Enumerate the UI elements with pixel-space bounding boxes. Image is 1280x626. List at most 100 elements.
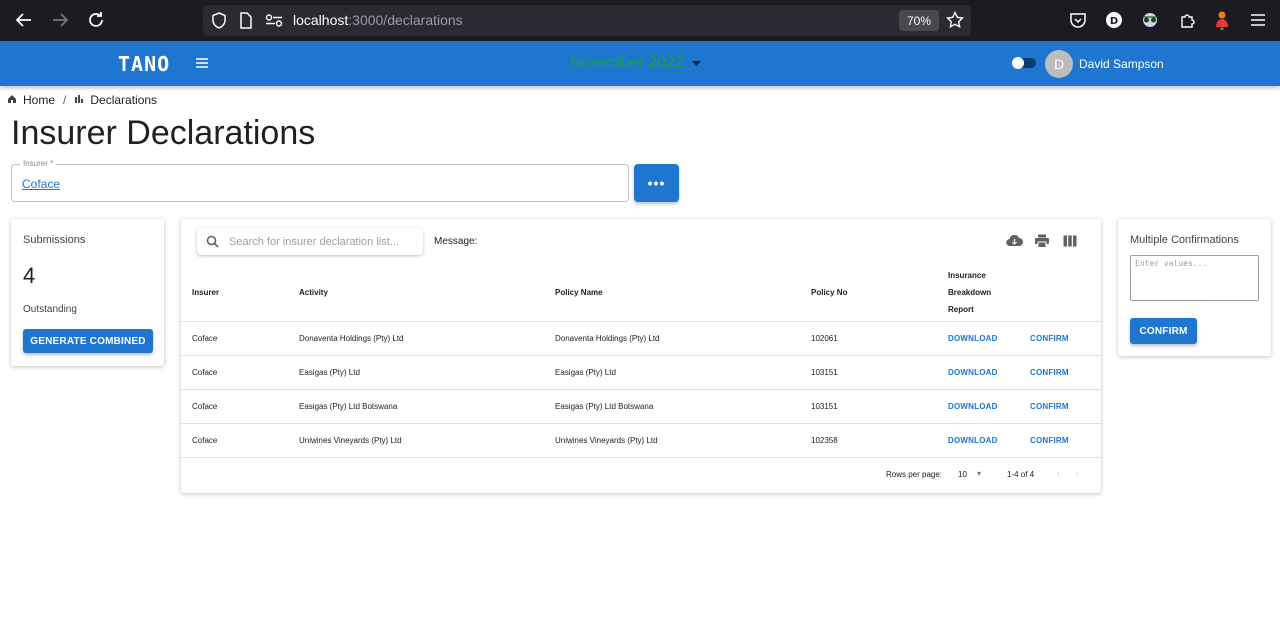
browser-toolbar: localhost:3000/declarations 70% D [0, 0, 1280, 41]
previous-page-icon[interactable]: ‹ [1057, 469, 1060, 478]
cell-activity: Easigas (Pty) Ltd Botswana [299, 389, 555, 424]
confirm-row-button[interactable]: CONFIRM [1030, 334, 1069, 343]
back-arrow-icon[interactable] [14, 10, 34, 30]
shield-icon[interactable] [211, 12, 227, 34]
address-bar[interactable]: localhost:3000/declarations 70% [203, 5, 971, 36]
next-page-icon[interactable]: › [1076, 469, 1079, 478]
home-icon [7, 93, 17, 107]
page-range: 1-4 of 4 [1007, 470, 1035, 479]
url-path: :3000/declarations [348, 12, 463, 28]
column-header-report[interactable]: Insurance Breakdown Report [948, 265, 1030, 322]
month-selector[interactable]: November 2022 [570, 54, 701, 72]
cloud-download-icon[interactable] [1006, 234, 1023, 248]
svg-text:D: D [1110, 16, 1118, 27]
submissions-count: 4 [23, 263, 36, 288]
rows-per-page-caret-icon[interactable]: ▾ [977, 469, 981, 478]
view-columns-icon[interactable] [1063, 234, 1079, 248]
column-header-policy-name[interactable]: Policy Name [555, 265, 811, 322]
insurer-label: Insurer * [20, 159, 57, 168]
extensions-puzzle-icon[interactable] [1177, 10, 1197, 30]
table-row: Coface Uniwines Vineyards (Pty) Ltd Uniw… [181, 423, 1101, 458]
column-header-policy-no[interactable]: Policy No [811, 265, 948, 322]
declarations-table-card: Message: Insurer Activity Policy Name Po… [181, 219, 1101, 493]
cell-insurer: Coface [181, 423, 299, 458]
hamburger-menu-icon[interactable] [195, 56, 209, 68]
caret-down-icon [691, 54, 701, 72]
column-header-actions [1030, 265, 1101, 322]
app-header: TANO November 2022 D David Sampson [0, 41, 1280, 86]
search-input[interactable] [229, 233, 414, 250]
insurer-value[interactable]: Coface [22, 177, 60, 191]
cell-activity: Easigas (Pty) Ltd [299, 355, 555, 390]
bookmark-star-icon[interactable] [945, 10, 965, 34]
search-icon [206, 235, 219, 248]
table-row: Coface Easigas (Pty) Ltd Botswana Easiga… [181, 389, 1101, 424]
pocket-icon[interactable] [1068, 10, 1088, 30]
download-button[interactable]: DOWNLOAD [948, 402, 998, 411]
download-button[interactable]: DOWNLOAD [948, 368, 998, 377]
breadcrumb-separator: / [63, 93, 67, 107]
cell-policy-name: Donaventa Holdings (Pty) Ltd [555, 321, 811, 356]
breadcrumb: Home / Declarations [7, 93, 157, 107]
generate-combined-button[interactable]: GENERATE COMBINED [23, 329, 153, 353]
search-box[interactable] [197, 228, 423, 255]
message-label: Message: [434, 236, 478, 247]
user-name[interactable]: David Sampson [1079, 57, 1164, 71]
url-text: localhost:3000/declarations [293, 12, 463, 28]
extension-profile-icon[interactable] [1212, 10, 1232, 30]
download-button[interactable]: DOWNLOAD [948, 436, 998, 445]
extension-glasses-icon[interactable] [1140, 10, 1160, 30]
cell-policy-no: 102358 [811, 423, 948, 458]
breadcrumb-current: Declarations [90, 93, 158, 107]
table-row: Coface Easigas (Pty) Ltd Easigas (Pty) L… [181, 355, 1101, 390]
submissions-title: Submissions [23, 234, 86, 246]
account-avatar-icon[interactable]: D [1104, 10, 1124, 30]
cell-policy-name: Easigas (Pty) Ltd Botswana [555, 389, 811, 424]
confirmations-input[interactable] [1130, 255, 1259, 301]
insurer-more-button[interactable]: ••• [634, 164, 679, 202]
rows-per-page-select[interactable]: 10 [958, 470, 967, 479]
submissions-status: Outstanding [23, 304, 77, 315]
cell-activity: Donaventa Holdings (Pty) Ltd [299, 321, 555, 356]
breadcrumb-home[interactable]: Home [23, 93, 55, 107]
brand-logo[interactable]: TANO [118, 52, 170, 76]
bar-chart-icon [74, 93, 84, 107]
confirm-multiple-button[interactable]: CONFIRM [1130, 318, 1197, 344]
cell-policy-name: Uniwines Vineyards (Pty) Ltd [555, 423, 811, 458]
cell-insurer: Coface [181, 389, 299, 424]
url-host: localhost [293, 12, 349, 28]
cell-policy-no: 102061 [811, 321, 948, 356]
table-row: Coface Donaventa Holdings (Pty) Ltd Dona… [181, 321, 1101, 356]
print-icon[interactable] [1034, 234, 1050, 248]
cell-policy-no: 103151 [811, 389, 948, 424]
cell-insurer: Coface [181, 355, 299, 390]
browser-menu-icon[interactable] [1248, 10, 1268, 30]
confirm-row-button[interactable]: CONFIRM [1030, 368, 1069, 377]
download-button[interactable]: DOWNLOAD [948, 334, 998, 343]
confirm-row-button[interactable]: CONFIRM [1030, 436, 1069, 445]
cell-policy-name: Easigas (Pty) Ltd [555, 355, 811, 390]
submissions-card: Submissions 4 Outstanding GENERATE COMBI… [11, 219, 164, 366]
page-icon [239, 12, 253, 34]
user-avatar[interactable]: D [1045, 50, 1073, 78]
table-header-row: Insurer Activity Policy Name Policy No I… [181, 265, 1101, 322]
pagination: Rows per page: 10 ▾ 1-4 of 4 ‹ › [181, 466, 1101, 482]
cell-policy-no: 103151 [811, 355, 948, 390]
column-header-insurer[interactable]: Insurer [181, 265, 299, 322]
page-title: Insurer Declarations [11, 114, 316, 152]
cell-activity: Uniwines Vineyards (Pty) Ltd [299, 423, 555, 458]
theme-toggle[interactable] [1010, 56, 1038, 70]
column-header-activity[interactable]: Activity [299, 265, 555, 322]
confirmations-title: Multiple Confirmations [1130, 234, 1239, 246]
zoom-level[interactable]: 70% [899, 10, 939, 31]
column-header-report-label: Insurance Breakdown Report [948, 271, 992, 315]
confirm-row-button[interactable]: CONFIRM [1030, 402, 1069, 411]
rows-per-page-label: Rows per page: [886, 470, 943, 479]
declarations-table: Insurer Activity Policy Name Policy No I… [181, 265, 1101, 458]
insurer-field[interactable]: Insurer * Coface [11, 159, 629, 202]
forward-arrow-icon[interactable] [50, 10, 70, 30]
permissions-icon[interactable] [265, 14, 283, 32]
cell-insurer: Coface [181, 321, 299, 356]
reload-icon[interactable] [86, 10, 106, 30]
month-label: November 2022 [570, 54, 684, 71]
